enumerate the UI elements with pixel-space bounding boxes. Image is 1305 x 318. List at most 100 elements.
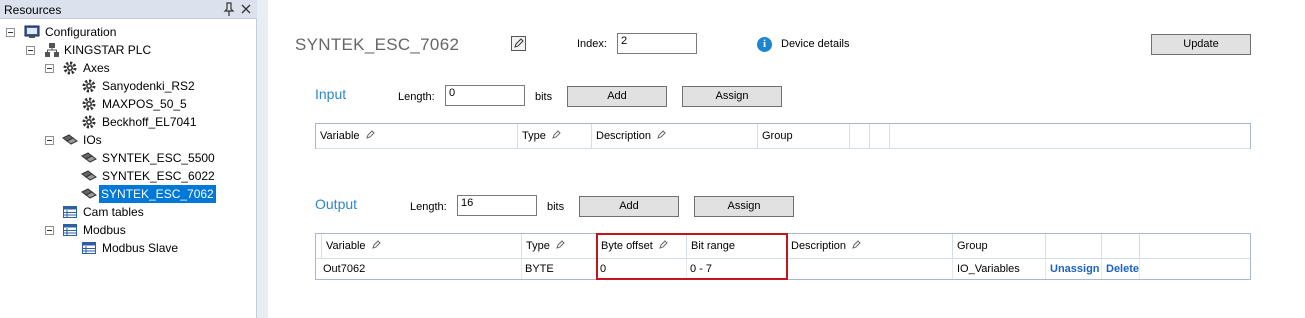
delete-link[interactable]: Delete bbox=[1102, 259, 1140, 279]
output-section-title: Output bbox=[315, 196, 358, 212]
index-input[interactable] bbox=[617, 33, 697, 54]
tree-label: Cam tables bbox=[83, 205, 144, 219]
column-header-type[interactable]: Type bbox=[518, 124, 592, 149]
tree-item-ios[interactable]: IOs bbox=[0, 131, 257, 149]
column-header-action bbox=[870, 124, 890, 149]
column-label: Type bbox=[526, 240, 550, 252]
table-icon bbox=[62, 204, 78, 220]
io-device-icon bbox=[81, 168, 97, 184]
output-length-label: Length: bbox=[410, 201, 447, 213]
input-length-label: Length: bbox=[398, 91, 435, 103]
pencil-icon bbox=[552, 130, 561, 142]
device-details-link[interactable]: Device details bbox=[781, 38, 849, 50]
tree-item-modbus-slave[interactable]: Modbus Slave bbox=[0, 239, 257, 257]
collapse-icon[interactable] bbox=[45, 136, 54, 145]
tree-label: SYNTEK_ESC_7062 bbox=[99, 185, 216, 203]
input-length-input[interactable] bbox=[445, 85, 525, 106]
pencil-icon bbox=[365, 130, 375, 142]
column-label: Variable bbox=[320, 130, 360, 142]
tree-item-io-selected[interactable]: SYNTEK_ESC_7062 bbox=[0, 185, 257, 203]
tree-item-axis[interactable]: MAXPOS_50_5 bbox=[0, 95, 257, 113]
collapse-icon[interactable] bbox=[26, 46, 35, 55]
tree-item-axis[interactable]: Sanyodenki_RS2 bbox=[0, 77, 257, 95]
column-label: Variable bbox=[326, 240, 366, 252]
collapse-icon[interactable] bbox=[45, 64, 54, 73]
column-header-group[interactable]: Group bbox=[953, 234, 1046, 259]
collapse-icon[interactable] bbox=[45, 226, 54, 235]
io-device-icon bbox=[81, 150, 97, 166]
tree-label: Sanyodenki_RS2 bbox=[102, 79, 195, 93]
tree-item-configuration[interactable]: Configuration bbox=[0, 23, 257, 41]
output-bits-label: bits bbox=[547, 201, 565, 213]
column-header-description[interactable]: Description bbox=[592, 124, 758, 149]
io-device-icon bbox=[62, 132, 78, 148]
column-header-description[interactable]: Description bbox=[787, 234, 953, 259]
input-assign-button[interactable]: Assign bbox=[682, 86, 782, 107]
tree-label: SYNTEK_ESC_6022 bbox=[102, 169, 215, 183]
gear-icon bbox=[62, 60, 78, 76]
tree-item-io[interactable]: SYNTEK_ESC_5500 bbox=[0, 149, 257, 167]
column-label: Type bbox=[522, 130, 546, 142]
cell-type[interactable]: BYTE bbox=[522, 259, 597, 279]
column-header-variable[interactable]: Variable bbox=[322, 234, 522, 259]
column-header-action bbox=[1102, 234, 1140, 259]
index-label: Index: bbox=[577, 38, 607, 50]
tree-item-axes[interactable]: Axes bbox=[0, 59, 257, 77]
input-add-button[interactable]: Add bbox=[567, 86, 667, 107]
cell-variable[interactable]: Out7062 bbox=[320, 259, 522, 279]
tree-label: Axes bbox=[83, 61, 110, 75]
column-label: Group bbox=[762, 130, 793, 142]
unassign-link[interactable]: Unassign bbox=[1046, 259, 1102, 279]
column-header-action bbox=[850, 124, 870, 149]
pencil-icon bbox=[371, 240, 381, 252]
column-header-variable[interactable]: Variable bbox=[316, 124, 518, 149]
tree-label: Modbus Slave bbox=[102, 241, 179, 255]
tree-label: Beckhoff_EL7041 bbox=[102, 115, 197, 129]
tree-label: Configuration bbox=[45, 25, 117, 39]
cell-description[interactable] bbox=[787, 259, 953, 279]
column-header-type[interactable]: Type bbox=[522, 234, 597, 259]
pin-icon[interactable] bbox=[221, 1, 237, 17]
configuration-icon bbox=[24, 24, 40, 40]
output-length-input[interactable] bbox=[457, 195, 537, 216]
input-grid-header: Variable Type Description Group bbox=[316, 124, 1250, 149]
column-label: Description bbox=[596, 130, 652, 142]
device-name: SYNTEK_ESC_7062 bbox=[295, 35, 460, 54]
tree-item-plc[interactable]: KINGSTAR PLC bbox=[0, 41, 257, 59]
output-assign-button[interactable]: Assign bbox=[694, 196, 794, 217]
pencil-icon bbox=[556, 240, 565, 252]
pencil-icon bbox=[657, 130, 666, 142]
pencil-icon bbox=[852, 240, 861, 252]
gear-icon bbox=[81, 96, 97, 112]
info-icon[interactable]: i bbox=[757, 37, 772, 52]
tree-label: KINGSTAR PLC bbox=[64, 43, 152, 57]
column-header-group[interactable]: Group bbox=[758, 124, 850, 149]
edit-name-icon[interactable] bbox=[511, 36, 526, 51]
tree-label: Modbus bbox=[83, 223, 126, 237]
tree-item-modbus[interactable]: Modbus bbox=[0, 221, 257, 239]
tree-item-io[interactable]: SYNTEK_ESC_6022 bbox=[0, 167, 257, 185]
close-icon[interactable] bbox=[238, 1, 254, 17]
tree-label: MAXPOS_50_5 bbox=[102, 97, 187, 111]
tree-item-axis[interactable]: Beckhoff_EL7041 bbox=[0, 113, 257, 131]
tree-item-cam-tables[interactable]: Cam tables bbox=[0, 203, 257, 221]
input-variables-grid: Variable Type Description Group bbox=[315, 123, 1251, 149]
collapse-icon[interactable] bbox=[6, 28, 15, 37]
cell-group[interactable]: IO_Variables bbox=[953, 259, 1046, 279]
column-label: Group bbox=[957, 240, 988, 252]
resources-panel: Resources Configuration KINGSTAR PLC Axe… bbox=[0, 0, 257, 318]
column-header-action bbox=[1046, 234, 1102, 259]
output-add-button[interactable]: Add bbox=[579, 196, 679, 217]
annotation-highlight-box bbox=[596, 233, 788, 280]
input-bits-label: bits bbox=[535, 91, 553, 103]
io-device-icon bbox=[81, 186, 97, 202]
update-button[interactable]: Update bbox=[1151, 34, 1251, 55]
resources-header: Resources bbox=[0, 0, 257, 19]
resources-title: Resources bbox=[4, 3, 62, 17]
gear-icon bbox=[81, 114, 97, 130]
input-section-title: Input bbox=[315, 86, 347, 102]
table-icon bbox=[81, 240, 97, 256]
gear-icon bbox=[81, 78, 97, 94]
column-label: Description bbox=[791, 240, 847, 252]
tree-label: IOs bbox=[83, 133, 102, 147]
